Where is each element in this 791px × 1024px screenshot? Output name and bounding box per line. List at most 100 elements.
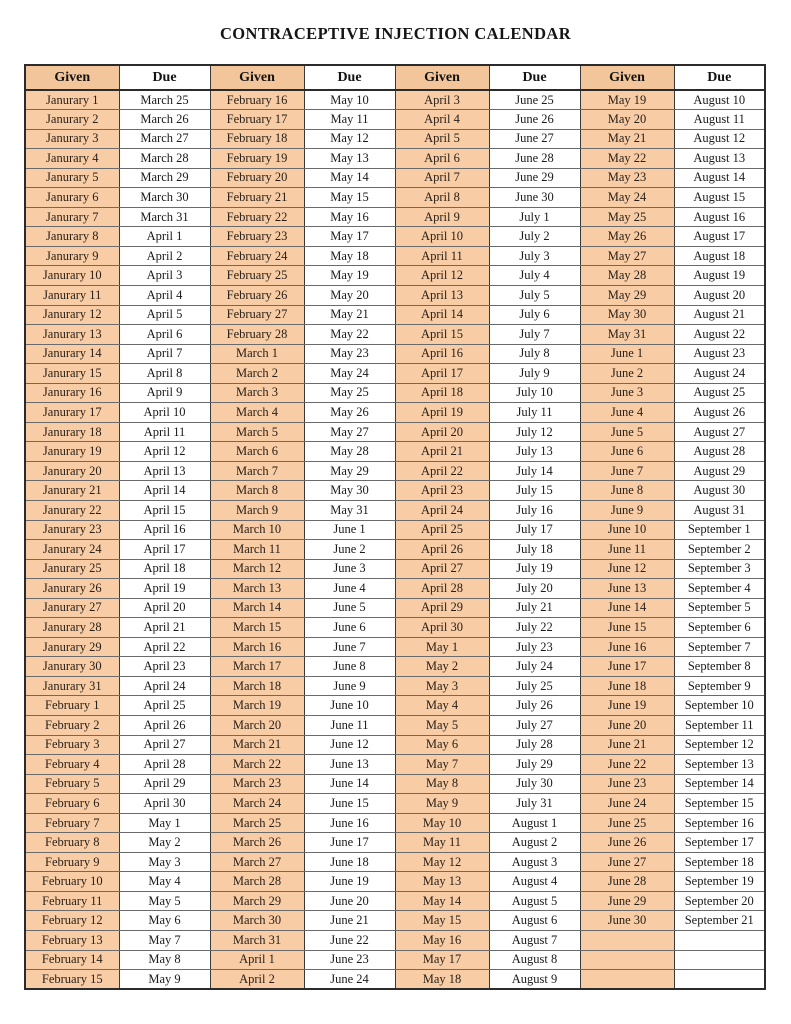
given-date-cell: February 3	[24, 734, 120, 756]
due-date-cell: August 30	[673, 480, 766, 501]
given-date-cell: June 19	[579, 695, 675, 716]
due-date-cell: June 7	[303, 636, 396, 658]
given-date-cell: Janurary 22	[24, 499, 120, 521]
due-date-cell: June 27	[488, 128, 581, 150]
due-date-cell: April 2	[118, 245, 211, 267]
given-date-cell: March 15	[209, 617, 305, 638]
due-date-cell: May 19	[303, 265, 396, 286]
due-date-cell: June 20	[303, 890, 396, 912]
due-date-cell: April 26	[118, 715, 211, 736]
due-date-cell: April 7	[118, 343, 211, 365]
due-date-cell: September 1	[673, 519, 766, 541]
due-date-cell: June 13	[303, 754, 396, 775]
given-date-cell: May 29	[579, 284, 675, 306]
due-date-cell: September 14	[673, 773, 766, 795]
given-date-cell: March 29	[209, 890, 305, 912]
due-date-cell: September 19	[673, 871, 766, 892]
due-date-cell: August 29	[673, 460, 766, 482]
due-date-cell: June 26	[488, 109, 581, 130]
due-date-cell: May 27	[303, 421, 396, 443]
due-date-cell: July 6	[488, 304, 581, 326]
due-date-cell: June 29	[488, 167, 581, 189]
given-date-cell: April 17	[394, 363, 490, 384]
due-date-cell: May 14	[303, 167, 396, 189]
due-date-cell: April 22	[118, 636, 211, 658]
due-date-cell: July 13	[488, 441, 581, 462]
table-row: Janurary 10 April 3 February 25 May 19 April…	[24, 265, 766, 286]
given-date-cell: June 21	[579, 734, 675, 756]
given-date-cell: May 28	[579, 265, 675, 286]
due-date-cell: April 29	[118, 773, 211, 795]
given-date-cell: April 21	[394, 441, 490, 462]
due-date-cell: July 22	[488, 617, 581, 638]
due-date-cell: August 11	[673, 109, 766, 130]
due-date-cell: September 10	[673, 695, 766, 716]
given-date-cell: April 23	[394, 480, 490, 501]
given-date-cell: Janurary 20	[24, 460, 120, 482]
due-date-cell: May 9	[118, 969, 211, 990]
given-date-cell: Janurary 26	[24, 578, 120, 599]
table-row: Janurary 15 April 8 March 2 May 24 April 17 J…	[24, 363, 766, 384]
given-date-cell: March 4	[209, 402, 305, 423]
due-date-cell: March 27	[118, 128, 211, 150]
due-date-cell: August 21	[673, 304, 766, 326]
given-date-cell: Janurary 15	[24, 363, 120, 384]
given-date-cell: April 10	[394, 226, 490, 247]
due-date-cell: August 22	[673, 324, 766, 345]
given-date-cell: June 7	[579, 460, 675, 482]
due-date-cell: May 13	[303, 148, 396, 169]
given-date-cell: April 19	[394, 402, 490, 423]
due-date-cell: June 24	[303, 969, 396, 990]
due-date-cell: September 9	[673, 675, 766, 697]
table-row: Janurary 23 April 16 March 10 June 1 April 2…	[24, 519, 766, 541]
due-date-cell: May 28	[303, 441, 396, 462]
table-row: Janurary 5 March 29 February 20 May 14 April…	[24, 167, 766, 189]
given-date-cell: June 12	[579, 558, 675, 580]
given-date-cell: April 7	[394, 167, 490, 189]
given-date-cell: Janurary 29	[24, 636, 120, 658]
due-date-cell: July 15	[488, 480, 581, 501]
due-date-cell: May 30	[303, 480, 396, 501]
given-date-cell: Janurary 2	[24, 109, 120, 130]
due-date-cell: July 31	[488, 793, 581, 814]
given-date-cell: May 9	[394, 793, 490, 814]
due-date-cell: April 11	[118, 421, 211, 443]
calendar-table-head: Given Due Given Due Given Due Given Due	[24, 64, 766, 91]
table-row: Janurary 18 April 11 March 5 May 27 April 20…	[24, 421, 766, 443]
due-date-cell: September 16	[673, 812, 766, 834]
given-date-cell: June 10	[579, 519, 675, 541]
due-date-cell: June 12	[303, 734, 396, 756]
due-date-cell: June 21	[303, 910, 396, 932]
given-date-cell: Janurary 24	[24, 539, 120, 560]
given-date-cell: March 24	[209, 793, 305, 814]
given-date-cell: February 14	[24, 949, 120, 971]
given-date-cell: Janurary 31	[24, 675, 120, 697]
given-date-cell: April 26	[394, 539, 490, 560]
due-date-cell: July 9	[488, 363, 581, 384]
due-date-cell: July 4	[488, 265, 581, 286]
due-date-cell: May 22	[303, 324, 396, 345]
given-date-cell: March 9	[209, 499, 305, 521]
given-date-cell: March 20	[209, 715, 305, 736]
due-date-cell: July 11	[488, 402, 581, 423]
due-date-cell: May 12	[303, 128, 396, 150]
given-date-cell: February 20	[209, 167, 305, 189]
given-date-cell: June 29	[579, 890, 675, 912]
due-date-cell: March 31	[118, 206, 211, 228]
given-date-cell: June 3	[579, 382, 675, 404]
given-date-cell: April 15	[394, 324, 490, 345]
given-date-cell: February 26	[209, 284, 305, 306]
due-date-cell: April 28	[118, 754, 211, 775]
table-row: Janurary 27 April 20 March 14 June 5 April 2…	[24, 597, 766, 619]
column-header-given-2: Given	[209, 64, 305, 91]
due-date-cell: August 3	[488, 851, 581, 873]
table-row: Janurary 12 April 5 February 27 May 21 April…	[24, 304, 766, 326]
given-date-cell: June 30	[579, 910, 675, 932]
given-date-cell: March 26	[209, 832, 305, 853]
due-date-cell: July 3	[488, 245, 581, 267]
given-date-cell: June 22	[579, 754, 675, 775]
due-date-cell: June 2	[303, 539, 396, 560]
given-date-cell: February 18	[209, 128, 305, 150]
due-date-cell: June 9	[303, 675, 396, 697]
given-date-cell: Janurary 13	[24, 324, 120, 345]
